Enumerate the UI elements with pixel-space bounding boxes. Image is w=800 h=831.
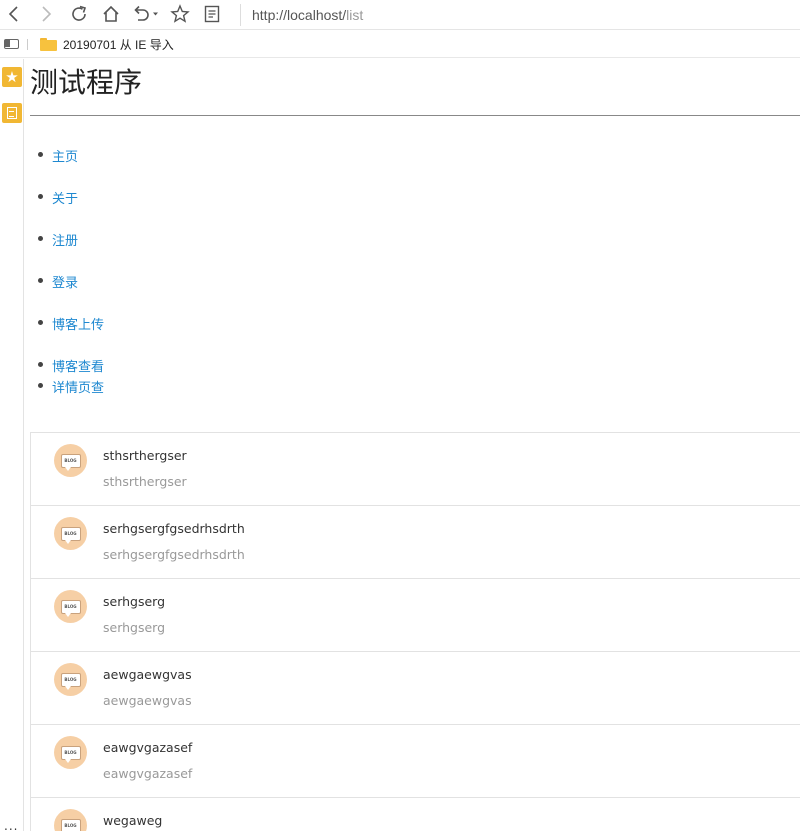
favorite-star-icon[interactable]: [169, 3, 191, 25]
list-item[interactable]: BLOG eawgvgazasef eawgvgazasef: [31, 725, 800, 798]
undo-history-icon[interactable]: [130, 3, 160, 25]
nav-link-detail[interactable]: 详情页查: [52, 377, 104, 396]
blog-avatar: BLOG: [54, 444, 87, 477]
sidebar-toggle-icon[interactable]: [4, 39, 19, 49]
nav-item-login: 登录: [38, 271, 78, 291]
blog-avatar-text: BLOG: [60, 818, 81, 831]
blog-avatar-text: BLOG: [60, 745, 81, 763]
nav-link-blog-view[interactable]: 博客查看: [52, 356, 104, 375]
url-host: http://localhost/: [252, 7, 347, 23]
nav-item-detail: 详情页查: [38, 376, 104, 396]
home-icon[interactable]: [100, 3, 122, 25]
nav-item-register: 注册: [38, 229, 78, 249]
favorites-divider: [27, 39, 28, 50]
blog-title[interactable]: wegaweg: [103, 813, 162, 828]
blog-avatar: BLOG: [54, 517, 87, 550]
blog-avatar-text: BLOG: [60, 599, 81, 617]
blog-title[interactable]: serhgsergfgsedrhsdrth: [103, 521, 245, 536]
list-item[interactable]: BLOG serhgserg serhgserg: [31, 579, 800, 652]
bullet: [38, 236, 43, 241]
list-item[interactable]: BLOG aewgaewgvas aewgaewgvas: [31, 652, 800, 725]
blog-title[interactable]: aewgaewgvas: [103, 667, 192, 682]
bullet: [38, 362, 43, 367]
nav-item-about: 关于: [38, 187, 78, 207]
address-bar[interactable]: http://localhost/list: [240, 4, 363, 26]
hub-reading-list-icon[interactable]: [2, 103, 22, 123]
blog-avatar-text: BLOG: [60, 526, 81, 544]
blog-list: BLOG sthsrthergser sthsrthergser BLOG se…: [30, 432, 800, 831]
page-title: 测试程序: [30, 66, 143, 99]
nav-link-home[interactable]: 主页: [52, 146, 78, 165]
bullet: [38, 278, 43, 283]
blog-subtitle: serhgserg: [103, 620, 166, 635]
refresh-icon[interactable]: [68, 3, 90, 25]
nav-item-blog-upload: 博客上传: [38, 313, 104, 333]
favorites-folder-label: 20190701 从 IE 导入: [63, 37, 174, 52]
blog-avatar: BLOG: [54, 736, 87, 769]
nav-link-register[interactable]: 注册: [52, 230, 78, 249]
browser-hub-strip: ★ ...: [0, 59, 24, 831]
list-item[interactable]: BLOG wegaweg: [31, 798, 800, 831]
blog-title[interactable]: sthsrthergser: [103, 448, 187, 463]
nav-link-blog-upload[interactable]: 博客上传: [52, 314, 104, 333]
blog-avatar-text: BLOG: [60, 672, 81, 690]
blog-subtitle: sthsrthergser: [103, 474, 187, 489]
blog-subtitle: eawgvgazasef: [103, 766, 193, 781]
favorites-folder[interactable]: 20190701 从 IE 导入: [40, 36, 174, 52]
bullet: [38, 152, 43, 157]
bullet: [38, 383, 43, 388]
blog-subtitle: serhgsergfgsedrhsdrth: [103, 547, 245, 562]
blog-avatar: BLOG: [54, 809, 87, 831]
reading-view-icon[interactable]: [201, 3, 223, 25]
blog-title[interactable]: eawgvgazasef: [103, 740, 192, 755]
browser-toolbar: http://localhost/list: [0, 0, 800, 30]
list-item[interactable]: BLOG serhgsergfgsedrhsdrth serhgsergfgse…: [31, 506, 800, 579]
blog-avatar-text: BLOG: [60, 453, 81, 471]
favorites-bar: 20190701 从 IE 导入: [0, 30, 800, 58]
nav-link-about[interactable]: 关于: [52, 188, 78, 207]
bullet: [38, 194, 43, 199]
back-icon[interactable]: [3, 3, 25, 25]
nav-item-home: 主页: [38, 145, 78, 165]
blog-subtitle: aewgaewgvas: [103, 693, 192, 708]
title-divider: [30, 115, 800, 116]
folder-icon: [40, 37, 57, 51]
blog-avatar: BLOG: [54, 663, 87, 696]
url-path: list: [346, 7, 364, 23]
list-item[interactable]: BLOG sthsrthergser sthsrthergser: [31, 433, 800, 506]
nav-link-login[interactable]: 登录: [52, 272, 78, 291]
hub-more-icon[interactable]: ...: [4, 820, 18, 831]
blog-avatar: BLOG: [54, 590, 87, 623]
blog-title[interactable]: serhgserg: [103, 594, 165, 609]
hub-favorites-icon[interactable]: ★: [2, 67, 22, 87]
page-content: 测试程序 主页 关于 注册 登录 博客上传 博客查看 详情页查 BLOG sth…: [30, 59, 800, 831]
nav-item-blog-view: 博客查看: [38, 355, 104, 375]
bullet: [38, 320, 43, 325]
forward-icon[interactable]: [35, 3, 57, 25]
